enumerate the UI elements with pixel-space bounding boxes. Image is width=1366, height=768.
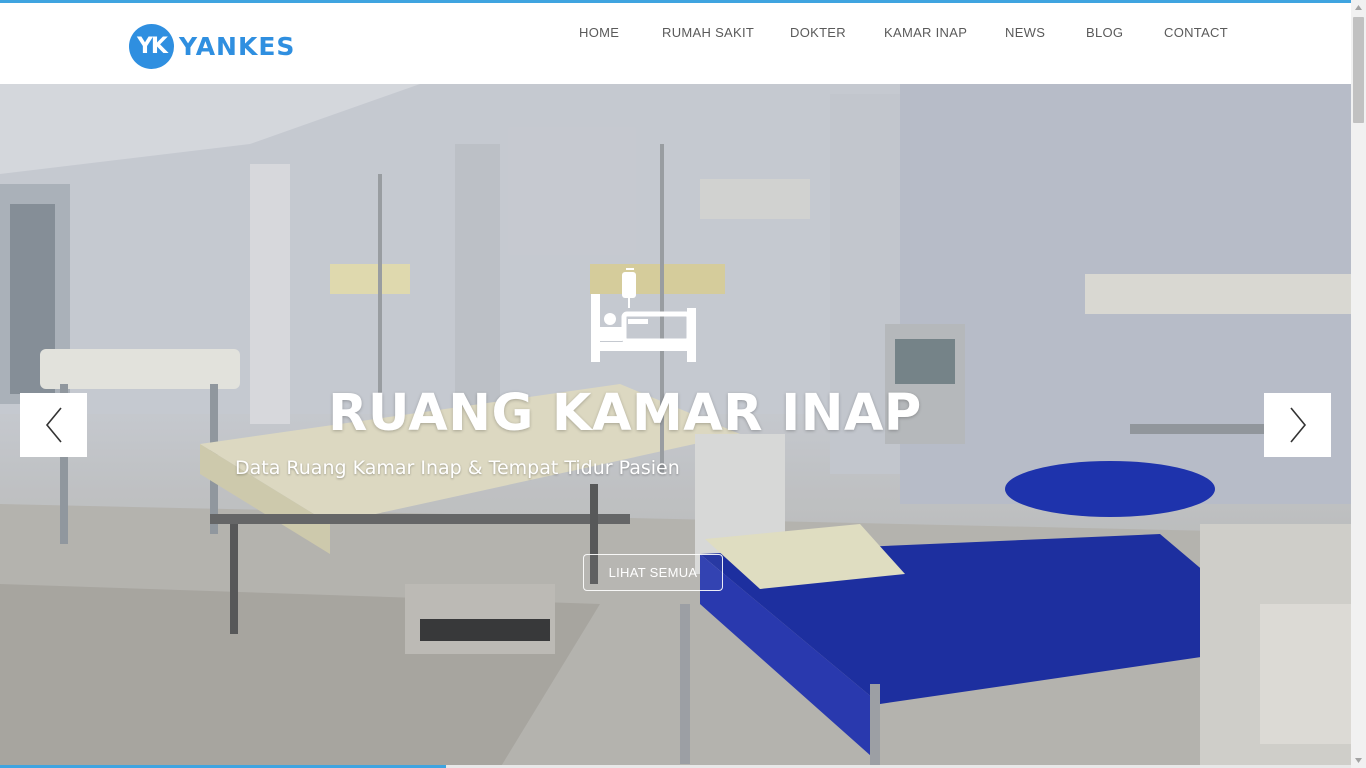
hospital-bed-icon: [588, 264, 700, 364]
scroll-down-arrow-icon[interactable]: [1351, 753, 1366, 768]
nav-news[interactable]: NEWS: [1005, 25, 1045, 40]
hero-slider: RUANG KAMAR INAP Data Ruang Kamar Inap &…: [0, 84, 1351, 768]
main-nav: HOME RUMAH SAKIT DOKTER KAMAR INAP NEWS …: [0, 25, 1351, 45]
nav-home[interactable]: HOME: [579, 25, 619, 40]
nav-dokter[interactable]: DOKTER: [790, 25, 846, 40]
chevron-left-icon: [45, 407, 62, 443]
site-header: YK YANKES HOME RUMAH SAKIT DOKTER KAMAR …: [0, 3, 1351, 84]
scroll-thumb[interactable]: [1353, 17, 1364, 123]
page-scrollbar[interactable]: [1351, 0, 1366, 768]
hero-title: RUANG KAMAR INAP: [328, 384, 922, 443]
slider-prev-button[interactable]: [20, 393, 87, 457]
nav-contact[interactable]: CONTACT: [1164, 25, 1228, 40]
nav-kamar-inap[interactable]: KAMAR INAP: [884, 25, 967, 40]
chevron-right-icon: [1289, 407, 1306, 443]
scroll-up-arrow-icon[interactable]: [1351, 0, 1366, 15]
hero-subtitle: Data Ruang Kamar Inap & Tempat Tidur Pas…: [235, 457, 680, 479]
nav-blog[interactable]: BLOG: [1086, 25, 1123, 40]
slider-next-button[interactable]: [1264, 393, 1331, 457]
nav-rumah-sakit[interactable]: RUMAH SAKIT: [662, 25, 754, 40]
view-all-button[interactable]: LIHAT SEMUA: [583, 554, 723, 591]
